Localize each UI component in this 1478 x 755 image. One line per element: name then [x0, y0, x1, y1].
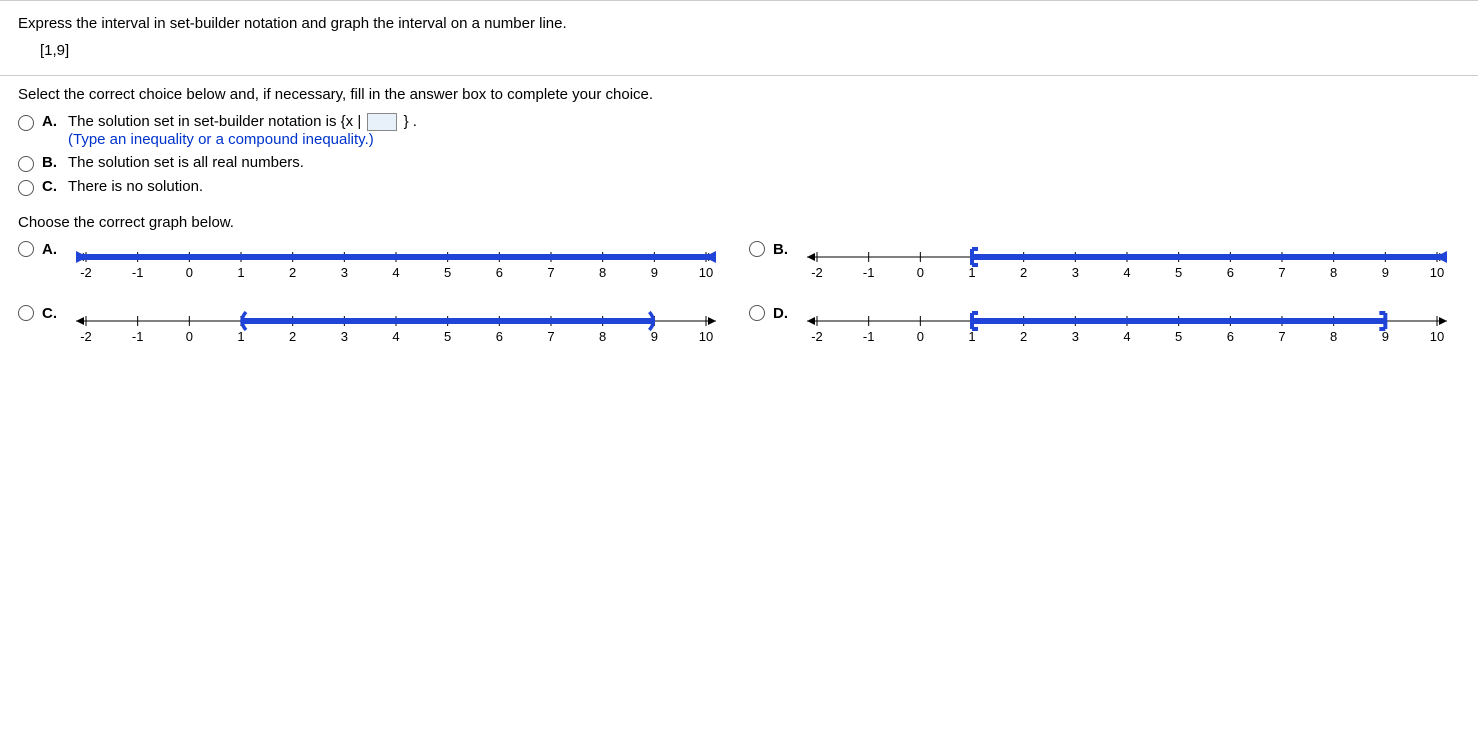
- svg-text:9: 9: [651, 329, 658, 344]
- radio-choice-a[interactable]: [18, 115, 34, 131]
- svg-text:0: 0: [917, 329, 924, 344]
- svg-text:2: 2: [289, 265, 296, 280]
- svg-text:10: 10: [699, 265, 713, 280]
- graph-choice-a: A. -2 -1 0 1 2 3 4 5 6 7 8 9 10: [18, 241, 729, 287]
- svg-text:0: 0: [186, 329, 193, 344]
- svg-text:5: 5: [1175, 265, 1182, 280]
- svg-text:6: 6: [496, 329, 503, 344]
- svg-text:2: 2: [1020, 329, 1027, 344]
- svg-text:10: 10: [1430, 329, 1444, 344]
- choice-c-label: C.: [42, 178, 60, 195]
- svg-text:8: 8: [1330, 265, 1337, 280]
- svg-text:4: 4: [1123, 265, 1130, 280]
- graph-choice-b: B. -2 -1 0 1 2 3 4 5 6 7 8 9 10: [749, 241, 1460, 287]
- svg-text:5: 5: [1175, 329, 1182, 344]
- svg-text:0: 0: [186, 265, 193, 280]
- svg-text:-2: -2: [811, 265, 823, 280]
- svg-text:-2: -2: [811, 329, 823, 344]
- svg-text:10: 10: [699, 329, 713, 344]
- svg-text:2: 2: [289, 329, 296, 344]
- svg-text:1: 1: [968, 329, 975, 344]
- svg-text:2: 2: [1020, 265, 1027, 280]
- svg-text:3: 3: [341, 329, 348, 344]
- svg-text:10: 10: [1430, 265, 1444, 280]
- radio-graph-c[interactable]: [18, 305, 34, 321]
- graph-choice-d: D. -2 -1 0 1 2 3 4 5 6 7 8 9 10: [749, 305, 1460, 351]
- svg-text:-1: -1: [132, 329, 144, 344]
- svg-text:6: 6: [1227, 265, 1234, 280]
- svg-text:-1: -1: [863, 265, 875, 280]
- svg-text:0: 0: [917, 265, 924, 280]
- brace-open: {x |: [341, 113, 366, 130]
- svg-text:5: 5: [444, 329, 451, 344]
- svg-text:9: 9: [651, 265, 658, 280]
- graph-choice-c: C. -2 -1 0 1 2 3 4 5 6 7 8 9 10: [18, 305, 729, 351]
- svg-text:8: 8: [599, 265, 606, 280]
- svg-text:9: 9: [1382, 265, 1389, 280]
- svg-text:3: 3: [341, 265, 348, 280]
- svg-text:4: 4: [1123, 329, 1130, 344]
- svg-text:7: 7: [1278, 329, 1285, 344]
- svg-text:8: 8: [599, 329, 606, 344]
- answer-input[interactable]: [367, 113, 397, 131]
- choice-b-label: B.: [42, 154, 60, 171]
- graph-d-label: D.: [773, 305, 791, 322]
- choice-a-label: A.: [42, 113, 60, 130]
- graph-a-label: A.: [42, 241, 60, 258]
- answer-section: Select the correct choice below and, if …: [0, 75, 1478, 361]
- svg-text:7: 7: [1278, 265, 1285, 280]
- radio-choice-b[interactable]: [18, 156, 34, 172]
- choice-b-text: The solution set is all real numbers.: [68, 154, 1460, 171]
- svg-text:7: 7: [547, 329, 554, 344]
- interval-expression: [1,9]: [40, 42, 1460, 59]
- part1-instruction: Select the correct choice below and, if …: [18, 86, 1460, 103]
- question-prompt: Express the interval in set-builder nota…: [18, 15, 1460, 32]
- svg-text:7: 7: [547, 265, 554, 280]
- svg-text:4: 4: [392, 265, 399, 280]
- svg-text:5: 5: [444, 265, 451, 280]
- radio-choice-c[interactable]: [18, 180, 34, 196]
- svg-text:1: 1: [237, 265, 244, 280]
- svg-text:8: 8: [1330, 329, 1337, 344]
- svg-text:-2: -2: [80, 265, 92, 280]
- choice-a-row: A. The solution set in set-builder notat…: [18, 113, 1460, 148]
- choice-a-pre: The solution set in set-builder notation…: [68, 113, 341, 130]
- choice-a-hint: (Type an inequality or a compound inequa…: [68, 131, 374, 148]
- svg-text:4: 4: [392, 329, 399, 344]
- svg-text:6: 6: [1227, 329, 1234, 344]
- radio-graph-b[interactable]: [749, 241, 765, 257]
- graph-c-label: C.: [42, 305, 60, 322]
- graph-choices-grid: A. -2-1012345678910 B. -2-1012345678910 …: [18, 241, 1460, 351]
- svg-text:6: 6: [496, 265, 503, 280]
- numberline-d: -2 -1 0 1 2 3 4 5 6 7 8 9 10: [797, 305, 1457, 351]
- choice-b-row: B. The solution set is all real numbers.: [18, 154, 1460, 172]
- svg-text:3: 3: [1072, 265, 1079, 280]
- svg-text:-1: -1: [132, 265, 144, 280]
- numberline-b: -2 -1 0 1 2 3 4 5 6 7 8 9 10: [797, 241, 1457, 287]
- radio-graph-d[interactable]: [749, 305, 765, 321]
- numberline-a: -2 -1 0 1 2 3 4 5 6 7 8 9 10: [66, 241, 726, 287]
- svg-text:1: 1: [968, 265, 975, 280]
- svg-text:3: 3: [1072, 329, 1079, 344]
- graph-b-label: B.: [773, 241, 791, 258]
- svg-text:1: 1: [237, 329, 244, 344]
- part1-choices: A. The solution set in set-builder notat…: [18, 113, 1460, 196]
- svg-text:-2: -2: [80, 329, 92, 344]
- radio-graph-a[interactable]: [18, 241, 34, 257]
- choice-a-body: The solution set in set-builder notation…: [68, 113, 1460, 148]
- svg-text:9: 9: [1382, 329, 1389, 344]
- numberline-c: -2 -1 0 1 2 3 4 5 6 7 8 9 10: [66, 305, 726, 351]
- svg-text:-1: -1: [863, 329, 875, 344]
- choice-c-row: C. There is no solution.: [18, 178, 1460, 196]
- part2-instruction: Choose the correct graph below.: [18, 214, 1460, 231]
- question-section: Express the interval in set-builder nota…: [0, 0, 1478, 75]
- choice-c-text: There is no solution.: [68, 178, 1460, 195]
- brace-close: } .: [404, 113, 417, 130]
